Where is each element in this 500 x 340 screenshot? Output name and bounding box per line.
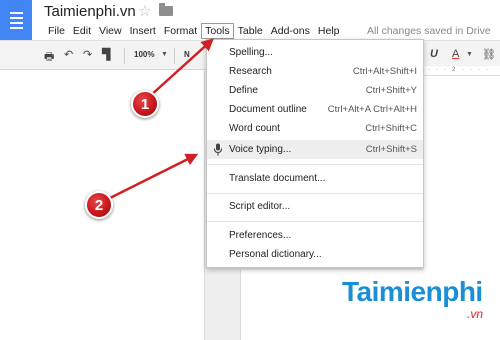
menu-item-define[interactable]: Define Ctrl+Shift+Y (207, 81, 423, 100)
text-color-icon[interactable]: A (452, 48, 459, 60)
menu-item-label: Define (229, 85, 258, 96)
menu-format[interactable]: Format (160, 23, 201, 39)
menu-item-script-editor[interactable]: Script editor... (207, 197, 423, 216)
undo-icon[interactable]: ↶ (64, 48, 73, 61)
menu-item-label: Personal dictionary... (229, 249, 322, 260)
chevron-down-icon[interactable]: ▼ (161, 51, 168, 58)
menu-divider (207, 221, 423, 222)
folder-icon[interactable] (159, 3, 173, 16)
menu-divider (207, 164, 423, 165)
google-docs-logo-icon[interactable] (0, 0, 32, 40)
menu-divider (207, 193, 423, 194)
menu-item-label: Voice typing... (229, 144, 292, 155)
shortcut-label: Ctrl+Shift+Y (365, 85, 417, 96)
menu-item-label: Translate document... (229, 173, 326, 184)
shortcut-label: Ctrl+Alt+A Ctrl+Alt+H (327, 104, 417, 115)
menu-item-personal-dictionary[interactable]: Personal dictionary... (207, 245, 423, 264)
save-status[interactable]: All changes saved in Drive (367, 23, 491, 39)
tools-dropdown-menu: Spelling... Research Ctrl+Alt+Shift+I De… (206, 39, 424, 268)
font-select[interactable]: N (184, 50, 190, 59)
menu-item-label: Spelling... (229, 47, 273, 58)
shortcut-label: Ctrl+Shift+C (365, 123, 417, 134)
menu-insert[interactable]: Insert (126, 23, 160, 39)
menu-table[interactable]: Table (234, 23, 267, 39)
print-icon[interactable]: 🖶 (44, 48, 54, 67)
menu-edit[interactable]: Edit (69, 23, 95, 39)
toolbar-divider (124, 48, 125, 64)
menu-bar: File Edit View Insert Format Tools Table… (44, 23, 343, 39)
toolbar-divider (174, 48, 175, 64)
microphone-icon (213, 143, 223, 156)
menu-item-voice-typing[interactable]: Voice typing... Ctrl+Shift+S (207, 140, 423, 159)
annotation-badge-1: 1 (131, 90, 159, 118)
menu-item-label: Document outline (229, 104, 307, 115)
menu-item-label: Word count (229, 123, 280, 134)
menu-item-label: Research (229, 66, 272, 77)
menu-item-label: Preferences... (229, 230, 292, 241)
star-icon[interactable]: ☆ (138, 2, 151, 20)
menu-view[interactable]: View (95, 23, 126, 39)
menu-item-translate-document[interactable]: Translate document... (207, 169, 423, 188)
menu-item-research[interactable]: Research Ctrl+Alt+Shift+I (207, 62, 423, 81)
menu-add-ons[interactable]: Add-ons (267, 23, 314, 39)
menu-help[interactable]: Help (314, 23, 344, 39)
link-icon[interactable]: ⛓ (482, 48, 496, 61)
menu-item-word-count[interactable]: Word count Ctrl+Shift+C (207, 119, 423, 138)
paint-format-icon[interactable]: ▜ (102, 48, 110, 61)
menu-item-preferences[interactable]: Preferences... (207, 226, 423, 245)
document-page[interactable] (424, 76, 500, 276)
menu-file[interactable]: File (44, 23, 69, 39)
document-title[interactable]: Taimienphi.vn (44, 3, 136, 20)
shortcut-label: Ctrl+Shift+S (365, 144, 417, 155)
menu-item-label: Script editor... (229, 201, 291, 212)
menu-item-document-outline[interactable]: Document outline Ctrl+Alt+A Ctrl+Alt+H (207, 100, 423, 119)
ruler-number: 2 (452, 67, 456, 73)
annotation-badge-2: 2 (85, 191, 113, 219)
zoom-select[interactable]: 100% (134, 50, 154, 59)
shortcut-label: Ctrl+Alt+Shift+I (352, 66, 417, 77)
watermark-logo-suffix: .vn (467, 307, 484, 321)
menu-tools[interactable]: Tools (201, 23, 234, 39)
redo-icon[interactable]: ↷ (83, 48, 92, 61)
chevron-down-icon[interactable]: ▼ (466, 51, 473, 58)
ruler[interactable]: · · · 2 · · · · (424, 66, 500, 76)
menu-item-spelling[interactable]: Spelling... (207, 43, 423, 62)
watermark-logo: Taimienphi (342, 276, 483, 307)
underline-icon[interactable]: U (430, 48, 438, 60)
